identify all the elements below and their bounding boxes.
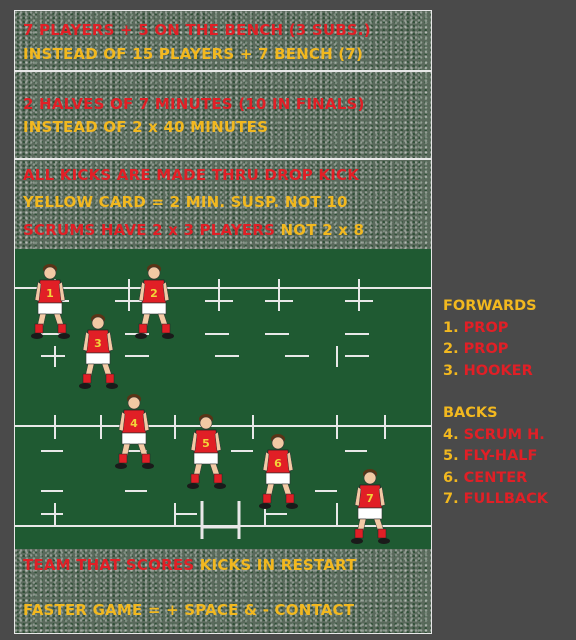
player-head — [271, 436, 285, 450]
player-boot — [31, 333, 43, 339]
player-sock — [161, 323, 171, 334]
legend-item-label: FULLBACK — [463, 491, 548, 507]
rugby-pitch: 7 PLAYERS + 5 ON THE BENCH (3 SUBS.) INS… — [14, 10, 432, 634]
player-sock — [285, 493, 295, 504]
player-boot — [142, 463, 154, 469]
player-boot — [187, 483, 199, 489]
player-number: 1 — [46, 287, 54, 300]
legend-item-label: CENTER — [463, 469, 528, 486]
player-boot — [162, 333, 174, 339]
player-head — [363, 471, 377, 485]
legend-item: 4. SCRUM H. — [443, 425, 548, 447]
legend-item-number: 7. — [443, 491, 464, 507]
player-shorts — [37, 302, 63, 315]
legend-item-label: HOOKER — [463, 362, 533, 379]
legend-item: 7. FULLBACK — [443, 489, 548, 511]
legend-item: 3. HOOKER — [443, 361, 548, 383]
player-number: 4 — [130, 417, 138, 430]
player-figure: 3 — [79, 314, 118, 389]
player-head — [127, 396, 141, 410]
player-sock — [141, 453, 151, 464]
legend-forwards-list: 1. PROP 2. PROP 3. HOOKER — [443, 318, 548, 383]
legend-item-number: 2. — [443, 341, 464, 357]
player-head — [43, 266, 57, 280]
field-markings: 1 2 3 4 5 6 7 — [15, 264, 431, 544]
legend-item-number: 5. — [443, 448, 464, 464]
player-sock — [262, 493, 272, 504]
player-shorts — [193, 452, 219, 465]
legend-item-number: 6. — [443, 469, 464, 486]
player-boot — [115, 463, 127, 469]
player-sock — [118, 453, 128, 464]
player-number: 6 — [274, 457, 282, 470]
player-sock — [34, 323, 44, 334]
legend-backs-list: 4. SCRUM H. 5. FLY-HALF 6. CENTER 7. FULLBA… — [443, 425, 548, 511]
player-number: 5 — [202, 437, 210, 450]
player-figure: 7 — [351, 469, 390, 544]
player-sock — [105, 373, 115, 384]
legend-forwards-title: FORWARDS — [443, 298, 537, 314]
player-shorts — [357, 507, 383, 520]
player-figure: 4 — [115, 394, 154, 469]
player-figure: 6 — [259, 434, 298, 509]
legend-item-number: 3. — [443, 362, 464, 379]
legend-item-number: 1. — [443, 319, 464, 336]
legend-item-label: PROP — [463, 341, 509, 357]
player-number: 3 — [94, 337, 102, 350]
legend-item-label: SCRUM H. — [463, 426, 545, 443]
player-sock — [377, 528, 387, 539]
player-boot — [79, 383, 91, 389]
player-shorts — [141, 302, 167, 315]
player-boot — [378, 538, 390, 544]
player-boot — [135, 333, 147, 339]
legend-item: 5. FLY-HALF — [443, 446, 548, 468]
legend-item: 2. PROP — [443, 339, 548, 361]
legend-spacer — [443, 382, 548, 403]
player-shorts — [85, 352, 111, 365]
player-boot — [286, 503, 298, 509]
player-boot — [106, 383, 118, 389]
legend-item: 6. CENTER — [443, 468, 548, 490]
player-boot — [259, 503, 271, 509]
legend-item-number: 4. — [443, 426, 464, 443]
position-legend: FORWARDS 1. PROP 2. PROP 3. HOOKER BACKS 4… — [443, 296, 548, 511]
player-number: 2 — [150, 287, 158, 300]
player-sock — [213, 473, 223, 484]
player-sock — [57, 323, 67, 334]
player-number: 7 — [366, 492, 374, 505]
player-sock — [190, 473, 200, 484]
player-boot — [351, 538, 363, 544]
goal-posts — [200, 501, 241, 539]
player-head — [147, 266, 161, 280]
legend-item-label: PROP — [463, 319, 509, 336]
player-head — [199, 416, 213, 430]
player-shorts — [121, 432, 147, 445]
player-shorts — [265, 472, 291, 485]
player-boot — [58, 333, 70, 339]
legend-item-label: FLY-HALF — [463, 448, 538, 464]
player-sock — [354, 528, 364, 539]
legend-item: 1. PROP — [443, 318, 548, 340]
player-head — [91, 316, 105, 330]
player-sock — [82, 373, 92, 384]
player-boot — [214, 483, 226, 489]
player-sock — [138, 323, 148, 334]
legend-backs-title: BACKS — [443, 405, 498, 421]
